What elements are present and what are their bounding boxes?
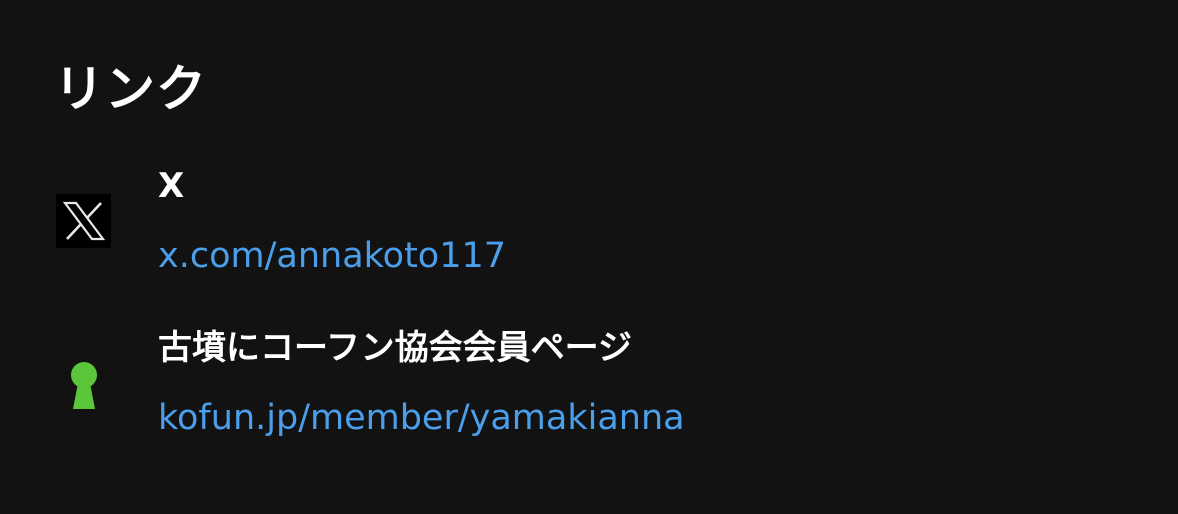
link-title-kofun: 古墳にコーフン協会会員ページ <box>158 328 632 368</box>
link-item-x[interactable]: X x.com/annakoto117 <box>56 160 1116 300</box>
x-logo-icon <box>56 194 111 248</box>
keyhole-kofun-icon <box>56 358 112 414</box>
link-item-kofun[interactable]: 古墳にコーフン協会会員ページ kofun.jp/member/yamakiann… <box>56 322 1116 462</box>
link-url-kofun[interactable]: kofun.jp/member/yamakianna <box>158 392 685 444</box>
link-title-x: X <box>158 166 185 206</box>
link-url-x[interactable]: x.com/annakoto117 <box>158 230 506 282</box>
section-title: リンク <box>54 60 207 118</box>
